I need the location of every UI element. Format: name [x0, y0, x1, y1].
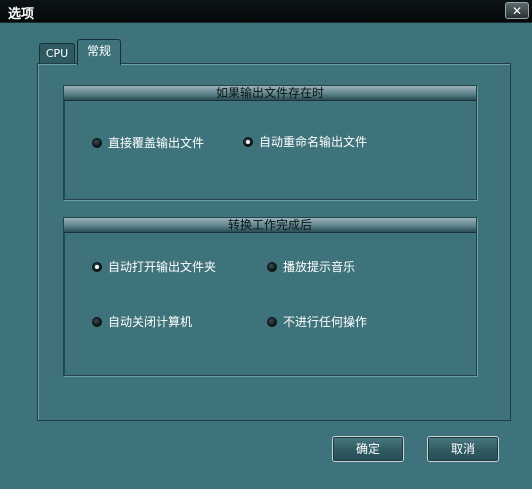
group-header-after-convert: 转换工作完成后	[64, 218, 476, 233]
close-icon: ✕	[511, 4, 523, 18]
radio-no-action[interactable]: 不进行任何操作	[267, 313, 367, 330]
group-output-exists: 如果输出文件存在时 直接覆盖输出文件 自动重命名输出文件	[63, 85, 477, 200]
tab-general[interactable]: 常规	[77, 39, 121, 65]
radio-indicator	[267, 261, 277, 272]
radio-label: 自动关闭计算机	[108, 315, 193, 329]
title-bar: 选项 ✕	[0, 0, 532, 23]
radio-indicator	[92, 137, 102, 148]
group-header-output-exists: 如果输出文件存在时	[64, 86, 476, 101]
radio-auto-rename[interactable]: 自动重命名输出文件	[243, 133, 367, 150]
close-button[interactable]: ✕	[505, 2, 529, 19]
radio-label: 直接覆盖输出文件	[108, 136, 205, 150]
radio-label: 自动打开输出文件夹	[108, 260, 217, 274]
dialog-client-area: CPU 常规 如果输出文件存在时 直接覆盖输出文件 自动重命名输出文件 转换工作…	[0, 23, 532, 489]
radio-open-output-folder[interactable]: 自动打开输出文件夹	[92, 258, 216, 275]
window-title: 选项	[8, 7, 35, 22]
ok-button[interactable]: 确定	[332, 436, 404, 462]
radio-indicator	[92, 316, 102, 327]
tab-cpu[interactable]: CPU	[39, 43, 75, 64]
tab-panel-general: 如果输出文件存在时 直接覆盖输出文件 自动重命名输出文件 转换工作完成后 自动打…	[37, 63, 511, 421]
radio-overwrite-output[interactable]: 直接覆盖输出文件	[92, 134, 204, 151]
radio-label: 自动重命名输出文件	[259, 135, 368, 149]
radio-indicator	[267, 316, 277, 327]
radio-shutdown-computer[interactable]: 自动关闭计算机	[92, 313, 192, 330]
cancel-button[interactable]: 取消	[427, 436, 499, 462]
radio-label: 不进行任何操作	[283, 315, 368, 329]
radio-indicator	[243, 136, 253, 147]
radio-play-sound[interactable]: 播放提示音乐	[267, 258, 355, 275]
group-after-convert: 转换工作完成后 自动打开输出文件夹 播放提示音乐 自动关闭计算机 不进行任何操作	[63, 217, 477, 376]
radio-label: 播放提示音乐	[283, 260, 356, 274]
radio-indicator	[92, 261, 102, 272]
